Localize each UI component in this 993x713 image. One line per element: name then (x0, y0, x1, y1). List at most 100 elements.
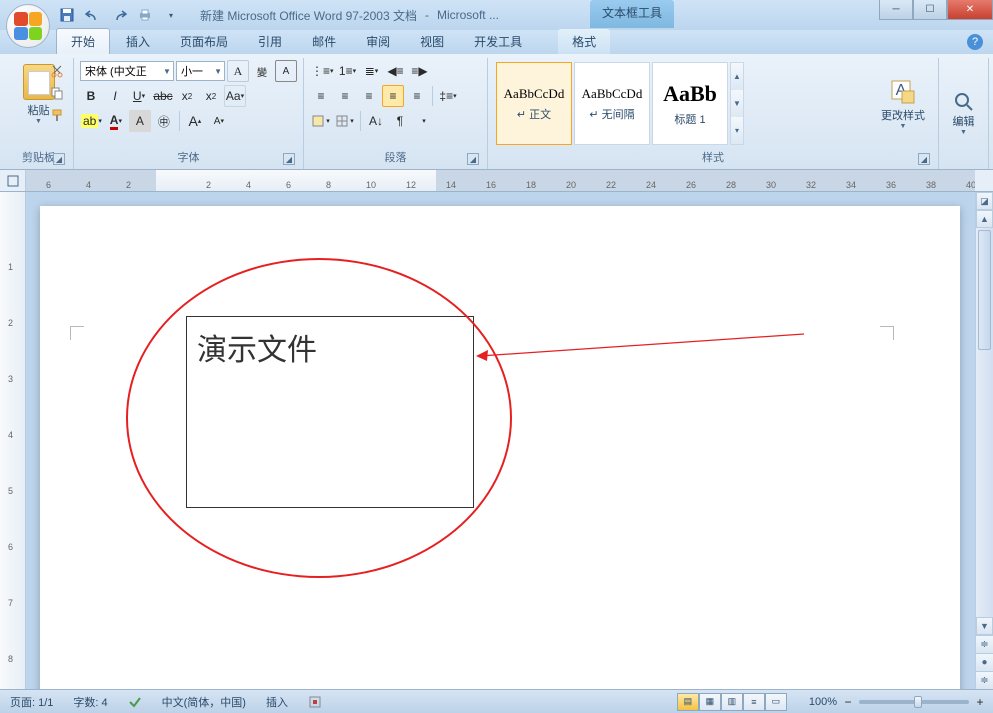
zoom-thumb[interactable] (914, 696, 922, 708)
paragraph-launcher[interactable]: ◢ (467, 153, 479, 165)
numbering-button[interactable]: 1≡▾ (337, 60, 359, 82)
minimize-button[interactable]: ─ (879, 0, 913, 20)
view-draft[interactable]: ▭ (765, 693, 787, 711)
qat-customize[interactable]: ▾ (160, 4, 182, 26)
edit-button[interactable]: 编辑 ▼ (953, 91, 975, 136)
redo-button[interactable] (108, 4, 130, 26)
styles-launcher[interactable]: ◢ (918, 153, 930, 165)
tab-references[interactable]: 引用 (244, 29, 296, 54)
shading-button[interactable]: ▾ (310, 110, 332, 132)
tab-pagelayout[interactable]: 页面布局 (166, 29, 242, 54)
view-outline[interactable]: ≡ (743, 693, 765, 711)
cut-button[interactable] (47, 62, 67, 80)
distribute-button[interactable]: ≡ (406, 85, 428, 107)
save-button[interactable] (56, 4, 78, 26)
underline-button[interactable]: U▾ (128, 85, 150, 107)
shrink-font-button[interactable]: A▾ (208, 110, 230, 132)
bullets-button[interactable]: ⋮≡▾ (310, 60, 335, 82)
style-normal[interactable]: AaBbCcDd↵ 正文 (496, 62, 572, 145)
subscript-button[interactable]: x2 (176, 85, 198, 107)
font-name-combo[interactable]: 宋体 (中文正▼ (80, 61, 174, 81)
maximize-button[interactable]: ☐ (913, 0, 947, 20)
status-page[interactable]: 页面: 1/1 (6, 694, 57, 710)
help-button[interactable]: ? (967, 34, 983, 50)
change-case-button[interactable]: Aa▾ (224, 85, 246, 107)
tab-view[interactable]: 视图 (406, 29, 458, 54)
decrease-indent-button[interactable]: ◀≡ (385, 60, 407, 82)
vertical-ruler[interactable]: 12345678 (0, 192, 26, 689)
view-web[interactable]: ▥ (721, 693, 743, 711)
highlight-button[interactable]: ab▾ (80, 110, 103, 132)
style-expand[interactable]: ▾ (731, 117, 743, 144)
align-right-button[interactable]: ≡ (358, 85, 380, 107)
tab-mailings[interactable]: 邮件 (298, 29, 350, 54)
style-heading1[interactable]: AaBb标题 1 (652, 62, 728, 145)
style-scroll-down[interactable]: ▼ (731, 90, 743, 117)
show-marks-button[interactable]: ¶ (389, 110, 411, 132)
view-print-layout[interactable]: ▤ (677, 693, 699, 711)
view-fullscreen[interactable]: ▦ (699, 693, 721, 711)
scroll-up[interactable]: ▲ (976, 210, 993, 228)
horizontal-ruler[interactable]: 642246810121416182022242628303234363840 (26, 170, 975, 191)
phonetic-button[interactable]: 變 (251, 60, 273, 82)
zoom-slider[interactable] (859, 700, 969, 704)
textbox-text[interactable]: 演示文件 (197, 334, 317, 367)
tab-home[interactable]: 开始 (56, 28, 110, 54)
style-nospacing[interactable]: AaBbCcDd↵ 无间隔 (574, 62, 650, 145)
zoom-value[interactable]: 100% (809, 696, 837, 708)
clear-format-button[interactable]: A (227, 60, 249, 82)
char-border-button[interactable]: A (275, 60, 297, 82)
undo-button[interactable] (82, 4, 104, 26)
textbox[interactable]: 演示文件 (186, 316, 474, 508)
line-spacing-button[interactable]: ‡≡▾ (437, 85, 459, 107)
ruler-corner[interactable] (0, 170, 26, 191)
tab-format[interactable]: 格式 (558, 29, 610, 54)
zoom-out[interactable]: − (841, 691, 855, 713)
ruler-toggle[interactable]: ◪ (976, 192, 993, 210)
zoom-in[interactable]: + (973, 691, 987, 713)
change-styles-button[interactable]: A 更改样式 ▼ (874, 60, 932, 147)
sort-button[interactable]: A↓ (365, 110, 387, 132)
multilevel-button[interactable]: ≣▾ (361, 60, 383, 82)
scroll-thumb[interactable] (978, 230, 991, 350)
strike-button[interactable]: abc (152, 85, 174, 107)
margin-mark-tl (70, 326, 84, 340)
status-proof[interactable] (124, 695, 146, 709)
office-button[interactable] (6, 4, 50, 48)
print-button[interactable] (134, 4, 156, 26)
tab-developer[interactable]: 开发工具 (460, 29, 536, 54)
justify-button[interactable]: ≡ (382, 85, 404, 107)
status-macro[interactable] (304, 695, 326, 709)
grow-font-button[interactable]: A▴ (184, 110, 206, 132)
font-launcher[interactable]: ◢ (283, 153, 295, 165)
borders-button[interactable]: ▾ (334, 110, 356, 132)
increase-indent-button[interactable]: ≡▶ (409, 60, 431, 82)
font-size-combo[interactable]: 小一▼ (176, 61, 225, 81)
enclose-button[interactable]: ㊥ (153, 110, 175, 132)
scroll-down[interactable]: ▼ (976, 617, 993, 635)
copy-button[interactable] (47, 84, 67, 102)
status-mode[interactable]: 插入 (262, 694, 292, 710)
tab-review[interactable]: 审阅 (352, 29, 404, 54)
prev-page[interactable]: ≑ (976, 635, 993, 653)
bold-button[interactable]: B (80, 85, 102, 107)
scroll-track[interactable] (976, 352, 993, 617)
align-center-button[interactable]: ≡ (334, 85, 356, 107)
status-language[interactable]: 中文(简体，中国) (158, 694, 250, 710)
find-icon (953, 91, 975, 113)
char-shading-button[interactable]: A (129, 110, 151, 132)
format-painter-button[interactable] (47, 106, 67, 124)
italic-button[interactable]: I (104, 85, 126, 107)
align-left-button[interactable]: ≡ (310, 85, 332, 107)
tab-insert[interactable]: 插入 (112, 29, 164, 54)
clipboard-launcher[interactable]: ◢ (53, 153, 65, 165)
style-scroll-up[interactable]: ▲ (731, 63, 743, 90)
next-page[interactable]: ≑ (976, 671, 993, 689)
asian-layout-button[interactable]: ▾ (413, 110, 435, 132)
font-color-button[interactable]: A▾ (105, 110, 127, 132)
browse-object[interactable]: ● (976, 653, 993, 671)
superscript-button[interactable]: x2 (200, 85, 222, 107)
document-canvas[interactable]: 演示文件 (26, 192, 975, 689)
close-button[interactable]: ✕ (947, 0, 993, 20)
status-words[interactable]: 字数: 4 (69, 694, 111, 710)
